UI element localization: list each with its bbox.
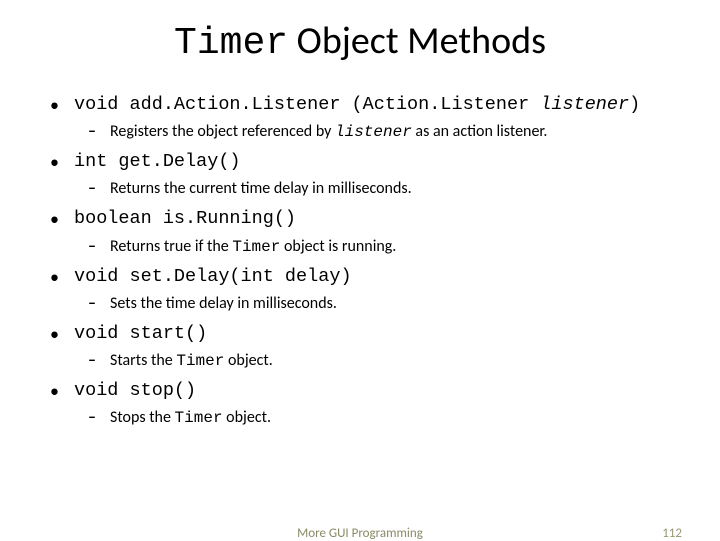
bullet-icon: • [50, 93, 74, 118]
dash-icon: – [88, 177, 110, 201]
method-item: • int get.Delay() [50, 150, 680, 175]
bullet-icon: • [50, 150, 74, 175]
method-item: • void add.Action.Listener (Action.Liste… [50, 93, 680, 118]
methods-list: • void set.Delay(int delay) [50, 265, 680, 290]
method-signature: void start() [74, 322, 207, 347]
method-desc-item: – Starts the Timer object. [88, 349, 680, 373]
method-desc-list: – Stops the Timer object. [40, 406, 680, 430]
method-signature: boolean is.Running() [74, 207, 296, 232]
method-desc: Starts the Timer object. [110, 349, 273, 373]
method-desc: Returns the current time delay in millis… [110, 177, 412, 201]
bullet-icon: • [50, 265, 74, 290]
dash-icon: – [88, 292, 110, 316]
methods-list: • void start() [50, 322, 680, 347]
methods-list: • boolean is.Running() [50, 207, 680, 232]
title-rest: Object Methods [288, 18, 546, 64]
method-desc-item: – Stops the Timer object. [88, 406, 680, 430]
method-desc: Registers the object referenced by liste… [110, 120, 547, 144]
dash-icon: – [88, 235, 110, 259]
dash-icon: – [88, 120, 110, 144]
methods-list: • int get.Delay() [50, 150, 680, 175]
method-signature: void set.Delay(int delay) [74, 265, 352, 290]
title-code: Timer [174, 22, 288, 65]
method-desc-list: – Returns the current time delay in mill… [40, 177, 680, 201]
method-desc-list: – Returns true if the Timer object is ru… [40, 235, 680, 259]
dash-icon: – [88, 349, 110, 373]
method-desc-list: – Registers the object referenced by lis… [40, 120, 680, 144]
bullet-icon: • [50, 207, 74, 232]
method-signature: int get.Delay() [74, 150, 241, 175]
bullet-icon: • [50, 379, 74, 404]
method-item: • void stop() [50, 379, 680, 404]
method-desc: Returns true if the Timer object is runn… [110, 235, 396, 259]
method-desc: Stops the Timer object. [110, 406, 271, 430]
bullet-icon: • [50, 322, 74, 347]
method-item: • void start() [50, 322, 680, 347]
page-number: 112 [662, 526, 682, 541]
footer-text: More GUI Programming [297, 526, 423, 541]
dash-icon: – [88, 406, 110, 430]
slide-title: Timer Object Methods [40, 18, 680, 65]
method-desc-item: – Registers the object referenced by lis… [88, 120, 680, 144]
method-desc-list: – Sets the time delay in milliseconds. [40, 292, 680, 316]
method-desc-item: – Returns true if the Timer object is ru… [88, 235, 680, 259]
method-item: • void set.Delay(int delay) [50, 265, 680, 290]
methods-list: • void stop() [50, 379, 680, 404]
method-desc-item: – Sets the time delay in milliseconds. [88, 292, 680, 316]
method-desc-list: – Starts the Timer object. [40, 349, 680, 373]
method-signature: void stop() [74, 379, 196, 404]
methods-list: • void add.Action.Listener (Action.Liste… [50, 93, 680, 118]
method-item: • boolean is.Running() [50, 207, 680, 232]
method-desc: Sets the time delay in milliseconds. [110, 292, 337, 316]
method-desc-item: – Returns the current time delay in mill… [88, 177, 680, 201]
method-signature: void add.Action.Listener (Action.Listene… [74, 93, 640, 118]
